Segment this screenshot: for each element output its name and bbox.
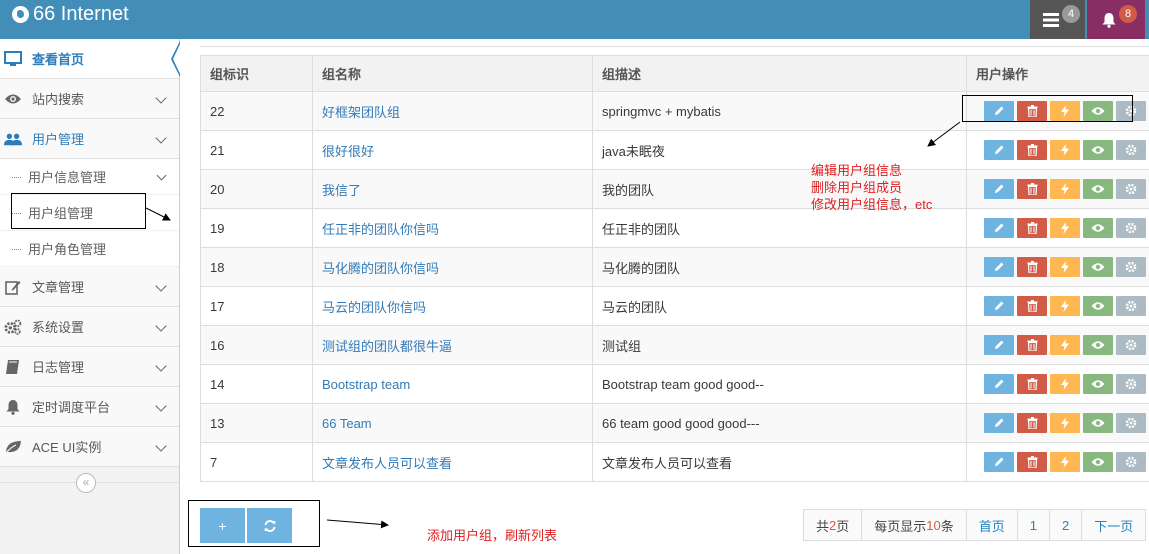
- annotation-toolbar: 添加用户组，刷新列表: [427, 528, 558, 543]
- annotation-arrows: [145, 121, 961, 529]
- annotation-actions: 编辑用户组信息 删除用户组成员 修改用户组信息，etc: [811, 163, 933, 212]
